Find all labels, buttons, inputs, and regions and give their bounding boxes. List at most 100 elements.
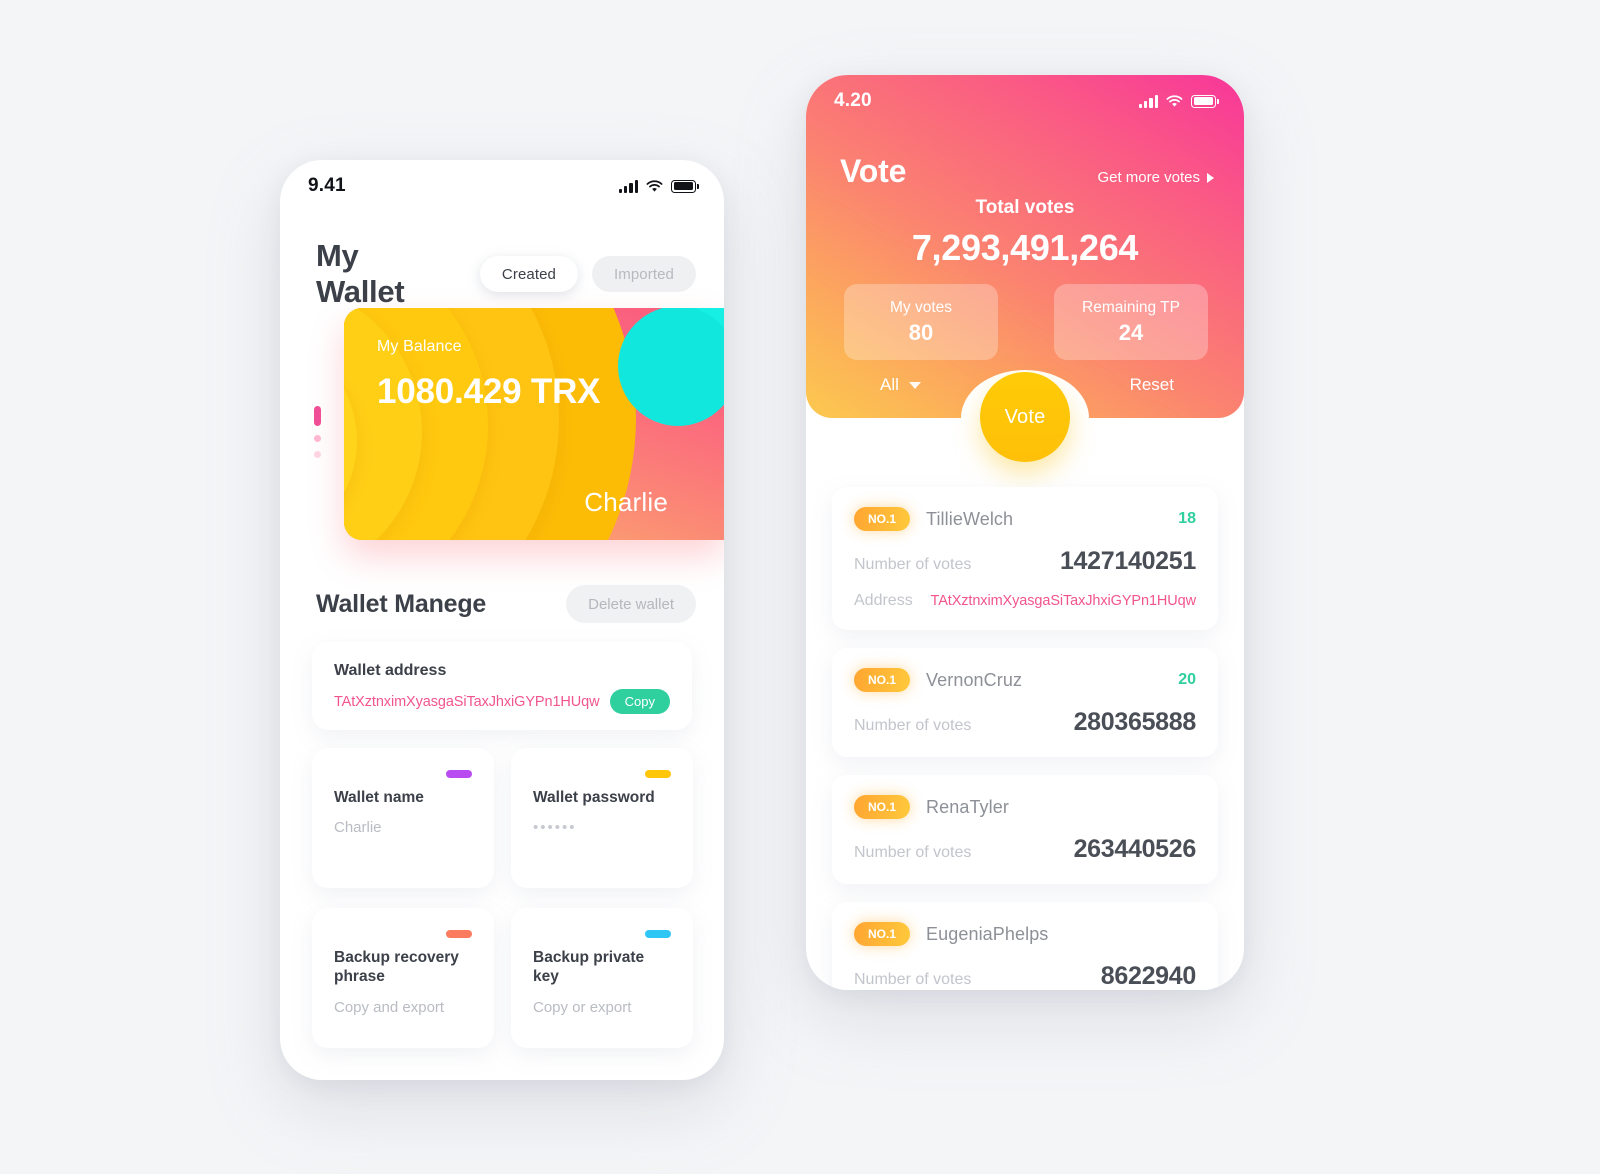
candidate-header: NO.1 EugeniaPhelps (854, 922, 1196, 946)
candidate-votes-value: 8622940 (1100, 962, 1197, 990)
remaining-tp-value: 24 (1118, 319, 1144, 345)
candidate-header: NO.1 VernonCruz 20 (854, 668, 1196, 692)
candidate-name: VernonCruz (926, 669, 1023, 690)
vote-candidate-list: NO.1 TillieWelch 18 Number of votes 1427… (832, 487, 1218, 990)
vote-phone-frame: 4.20 Vote Get more votes Total votes 7,2… (806, 75, 1244, 990)
vote-amount-value: 20 (1178, 671, 1196, 688)
filter-all-label: All (880, 375, 899, 394)
wallet-phone-frame: 9.41 My Wallet Created Imported My Balan… (280, 160, 724, 1080)
backup-private-key-title: Backup private key (533, 949, 645, 986)
candidate-votes-row: Number of votes 280365888 (854, 708, 1196, 737)
vote-amount-input[interactable]: 20 (1140, 671, 1196, 689)
battery-icon (1191, 94, 1219, 108)
yellow-dash-icon (645, 770, 671, 778)
wallet-name-card[interactable]: Wallet name Charlie (312, 748, 494, 888)
backup-recovery-phrase-card[interactable]: Backup recovery phrase Copy and export (312, 908, 494, 1048)
status-icons (1138, 94, 1219, 108)
balance-label: My Balance (377, 338, 462, 355)
wifi-icon (1166, 94, 1183, 108)
remaining-tp-stat[interactable]: Remaining TP 24 (1054, 284, 1208, 360)
cyan-dash-icon (645, 930, 671, 938)
wallet-address-row: TAtXztnximXyasgaSiTaxJhxiGYPn1HUqw Copy (334, 689, 670, 714)
wallet-name-card-value: Charlie (334, 819, 382, 837)
tab-created[interactable]: Created (479, 256, 578, 292)
my-votes-value: 80 (908, 319, 934, 345)
backup-recovery-phrase-sub: Copy and export (334, 998, 445, 1016)
candidate-votes-value: 1427140251 (1059, 547, 1196, 575)
balance-card[interactable]: My Balance 1080.429 TRX Charlie (344, 308, 724, 540)
wallet-password-card[interactable]: Wallet password •••••• (511, 748, 693, 888)
wallet-password-card-title: Wallet password (533, 789, 655, 806)
pagination-dot-active[interactable] (314, 406, 321, 426)
card-pagination[interactable] (314, 406, 321, 458)
my-votes-stat[interactable]: My votes 80 (844, 284, 998, 360)
list-item[interactable]: NO.1 EugeniaPhelps Number of votes 86229… (832, 902, 1218, 990)
remaining-tp-label: Remaining TP (1082, 298, 1180, 316)
candidate-header: NO.1 TillieWelch 18 (854, 507, 1196, 531)
filter-all-dropdown[interactable]: All (880, 375, 921, 395)
candidate-votes-value: 263440526 (1073, 835, 1197, 863)
wallet-manage-title: Wallet Manege (316, 589, 487, 618)
battery-icon (671, 179, 699, 193)
backup-recovery-phrase-title: Backup recovery phrase (334, 949, 459, 986)
backup-private-key-sub: Copy or export (533, 998, 632, 1016)
votes-key-label: Number of votes (854, 556, 972, 573)
wallet-status-bar: 9.41 (280, 160, 724, 212)
get-more-votes-label: Get more votes (1097, 169, 1200, 186)
orange-dash-icon (446, 930, 472, 938)
candidate-votes-value: 280365888 (1073, 708, 1197, 736)
candidate-header: NO.1 RenaTyler (854, 795, 1196, 819)
wallet-header: My Wallet Created Imported (316, 238, 696, 310)
tab-imported[interactable]: Imported (592, 256, 696, 292)
pagination-dot[interactable] (314, 435, 321, 442)
reset-button[interactable]: Reset (1130, 375, 1174, 395)
list-item[interactable]: NO.1 RenaTyler Number of votes 263440526 (832, 775, 1218, 884)
total-votes-value: 7,293,491,264 (911, 227, 1139, 268)
status-time: 9.41 (308, 175, 346, 196)
wallet-tabs: Created Imported (479, 256, 696, 292)
vote-amount-value: 18 (1178, 510, 1196, 527)
wallet-name-card-title: Wallet name (334, 789, 424, 806)
wifi-icon (646, 179, 663, 193)
rank-badge: NO.1 (854, 922, 911, 946)
wallet-address-label: Wallet address (334, 662, 447, 679)
candidate-address-row: Address TAtXztnximXyasgaSiTaxJhxiGYPn1HU… (854, 592, 1196, 610)
candidate-name: TillieWelch (926, 508, 1014, 529)
votes-key-label: Number of votes (854, 717, 972, 734)
balance-owner-name: Charlie (584, 487, 668, 517)
rank-badge: NO.1 (854, 668, 911, 692)
pagination-dot[interactable] (314, 451, 321, 458)
candidate-name: EugeniaPhelps (926, 923, 1049, 944)
backup-private-key-card[interactable]: Backup private key Copy or export (511, 908, 693, 1048)
signal-bars-icon (618, 179, 638, 193)
candidate-address-value: TAtXztnximXyasgaSiTaxJhxiGYPn1HUqw (930, 593, 1197, 609)
chevron-down-icon (908, 381, 921, 389)
vote-amount-input[interactable]: 18 (1140, 510, 1196, 528)
signal-bars-icon (1138, 94, 1158, 108)
screenshot-canvas: 9.41 My Wallet Created Imported My Balan… (0, 0, 1600, 1174)
rank-badge: NO.1 (854, 795, 911, 819)
list-item[interactable]: NO.1 VernonCruz 20 Number of votes 28036… (832, 648, 1218, 757)
wallet-password-masked-value: •••••• (533, 819, 577, 837)
status-icons (618, 179, 699, 193)
status-time: 4.20 (834, 90, 872, 111)
candidate-votes-row: Number of votes 8622940 (854, 962, 1196, 990)
vote-submit-button[interactable]: Vote (980, 372, 1070, 462)
votes-key-label: Number of votes (854, 844, 972, 861)
wallet-address-value: TAtXztnximXyasgaSiTaxJhxiGYPn1HUqw (334, 693, 600, 710)
candidate-name: RenaTyler (926, 796, 1009, 817)
total-votes-label: Total votes (975, 197, 1075, 218)
vote-header-row: Vote Get more votes (840, 153, 1214, 190)
rank-badge: NO.1 (854, 507, 911, 531)
my-votes-label: My votes (889, 298, 952, 316)
wallet-address-card[interactable]: Wallet address TAtXztnximXyasgaSiTaxJhxi… (312, 642, 692, 730)
wallet-manage-header: Wallet Manege Delete wallet (316, 585, 696, 623)
candidate-votes-row: Number of votes 1427140251 (854, 547, 1196, 576)
delete-wallet-button[interactable]: Delete wallet (566, 585, 696, 623)
votes-key-label: Number of votes (854, 971, 972, 988)
copy-address-button[interactable]: Copy (609, 689, 670, 714)
get-more-votes-link[interactable]: Get more votes (1097, 169, 1214, 186)
page-title: My Wallet (316, 238, 405, 309)
list-item[interactable]: NO.1 TillieWelch 18 Number of votes 1427… (832, 487, 1218, 630)
balance-amount: 1080.429 TRX (377, 372, 601, 411)
